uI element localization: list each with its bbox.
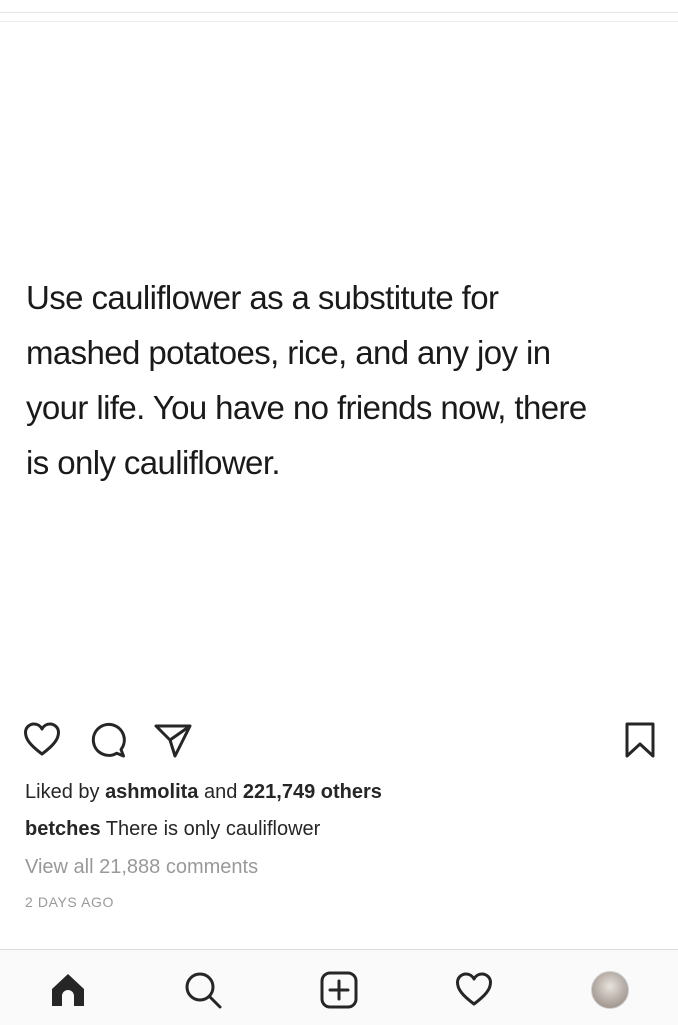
bottom-tab-bar: [0, 949, 678, 1025]
likes-count[interactable]: 221,749 others: [243, 781, 382, 803]
home-icon: [52, 974, 84, 1006]
search-icon: [185, 972, 222, 1009]
post-caption: betches There is only cauliflower: [25, 816, 320, 842]
post-timestamp: 2 DAYS AGO: [25, 894, 114, 910]
bookmark-icon: [625, 722, 655, 758]
liker-username[interactable]: ashmolita: [105, 781, 198, 803]
caption-username[interactable]: betches: [25, 818, 101, 840]
tab-new-post[interactable]: [317, 968, 361, 1012]
likes-summary[interactable]: Liked by ashmolita and 221,749 others: [25, 779, 382, 805]
add-post-icon: [320, 971, 358, 1009]
post-action-bar: [0, 718, 678, 766]
tab-home[interactable]: [46, 968, 90, 1012]
share-button[interactable]: [151, 718, 195, 762]
top-divider: [0, 12, 678, 13]
caption-text: There is only cauliflower: [100, 818, 321, 840]
comment-bubble-icon: [91, 722, 126, 758]
post-quote-text: Use cauliflower as a substitute for mash…: [26, 279, 587, 481]
activity-heart-icon: [456, 972, 492, 1006]
paper-plane-icon: [154, 724, 192, 758]
tab-activity[interactable]: [452, 968, 496, 1012]
tab-search[interactable]: [181, 968, 225, 1012]
likes-prefix: Liked by: [25, 781, 106, 803]
likes-middle: and: [198, 781, 243, 803]
view-all-comments-link[interactable]: View all 21,888 comments: [25, 854, 258, 880]
heart-outline-icon: [24, 722, 60, 756]
post-image[interactable]: Use cauliflower as a substitute for mash…: [0, 22, 678, 702]
like-button[interactable]: [20, 718, 64, 762]
tab-profile[interactable]: [588, 968, 632, 1012]
profile-avatar: [591, 971, 629, 1009]
comment-button[interactable]: [86, 718, 130, 762]
save-button[interactable]: [618, 718, 662, 762]
